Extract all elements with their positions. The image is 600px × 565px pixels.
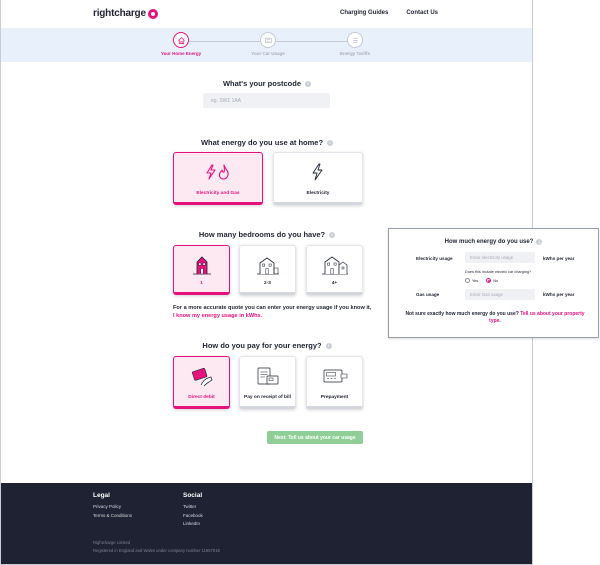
radio-no-label: No (493, 278, 499, 283)
option-direct-debit[interactable]: Direct debit (173, 356, 230, 409)
option-label: 2-3 (264, 281, 271, 286)
energy-usage-hint: For a more accurate quote you can enter … (173, 304, 373, 320)
usage-panel-title-text: How much energy do you use? (444, 239, 534, 245)
top-nav: Charging Guides Contact Us (340, 10, 438, 16)
option-bedrooms-1[interactable]: 1 (173, 245, 230, 295)
radio-no[interactable]: No (486, 278, 498, 283)
payment-question-text: How do you pay for your energy? (202, 341, 322, 350)
radio-yes[interactable]: Yes (465, 278, 478, 283)
gas-usage-label: Gas usage (416, 292, 440, 297)
logo-plug-icon (147, 8, 158, 19)
step-home-energy[interactable]: Your Home Energy (146, 32, 216, 56)
hint-text: For a more accurate quote you can enter … (173, 305, 372, 311)
footer-company: Rightcharge Limited (93, 540, 131, 545)
nav-contact-us[interactable]: Contact Us (406, 10, 438, 16)
footer-link-privacy[interactable]: Privacy Policy (93, 503, 132, 512)
known-usage-link[interactable]: I know my energy usage in kWhs. (173, 313, 262, 319)
step-car-usage[interactable]: Your Car Usage (233, 32, 303, 56)
footer-link-linkedin[interactable]: LinkedIn (183, 520, 203, 529)
progress-stepper: Your Home Energy Your Car Usage Energy T… (1, 28, 532, 62)
small-house-icon (190, 246, 214, 281)
logo-text: rightcharge (93, 8, 146, 19)
step-label: Your Car Usage (251, 51, 285, 56)
large-house-icon (321, 246, 349, 281)
next-car-usage-button[interactable]: Next: Tell us about your car usage (267, 431, 363, 444)
footer-link-twitter[interactable]: Twitter (183, 503, 203, 512)
prepayment-meter-icon (321, 357, 349, 395)
footer-registration: Registered in England and Wales under co… (93, 548, 220, 553)
list-icon (347, 32, 363, 48)
step-energy-tariffs[interactable]: Energy Tariffs (320, 32, 390, 56)
postcode-input[interactable] (203, 93, 330, 108)
car-usage-icon (260, 32, 276, 48)
gas-unit-label: kWhs per year (543, 292, 575, 297)
option-label: Pay on receipt of bill (244, 395, 291, 400)
step-label: Your Home Energy (160, 51, 202, 56)
option-label: 4+ (331, 281, 338, 286)
bedrooms-question: How many bedrooms do you have? i (167, 230, 367, 239)
footer-social-heading: Social (183, 492, 203, 499)
option-label: Electricity (306, 191, 330, 196)
info-icon[interactable]: i (325, 342, 332, 349)
option-label: Direct debit (188, 395, 215, 400)
option-pay-on-receipt[interactable]: Pay on receipt of bill (239, 356, 296, 409)
site-header: rightcharge Charging Guides Contact Us (1, 0, 532, 28)
energy-question-text: What energy do you use at home? (200, 138, 324, 147)
usage-panel-footer-text: Not sure exactly how much energy do you … (405, 311, 519, 317)
ev-charging-radio-group: Yes No (465, 278, 498, 283)
info-icon[interactable]: i (305, 80, 312, 87)
usage-panel-title: How much energy do you use? i (389, 239, 598, 245)
option-electricity-and-gas[interactable]: Electricity and Gas (173, 152, 263, 205)
electricity-usage-label: Electricity usage (416, 256, 453, 261)
usage-panel-footer: Not sure exactly how much energy do you … (400, 311, 590, 325)
option-label: Electricity and Gas (196, 191, 240, 196)
ev-charging-question: Does this include electric car charging? (465, 270, 532, 274)
footer-legal-heading: Legal (93, 492, 110, 499)
bedrooms-question-text: How many bedrooms do you have? (198, 230, 326, 239)
option-bedrooms-2-3[interactable]: 2-3 (239, 245, 296, 295)
footer-legal: Legal Privacy Policy Terms & Conditions (93, 492, 132, 520)
info-icon[interactable]: i (536, 239, 543, 245)
option-bedrooms-4-plus[interactable]: 4+ (306, 245, 363, 295)
nav-charging-guides[interactable]: Charging Guides (340, 10, 388, 16)
site-footer: Legal Privacy Policy Terms & Conditions … (1, 483, 532, 564)
footer-link-facebook[interactable]: Facebook (183, 512, 203, 521)
card-payment-icon (189, 357, 215, 395)
step-label: Energy Tariffs (340, 51, 370, 56)
postcode-question: What's your postcode i (167, 79, 367, 88)
bill-icon (255, 357, 281, 395)
rightcharge-logo[interactable]: rightcharge (93, 8, 158, 19)
home-icon (173, 32, 189, 48)
medium-house-icon (255, 246, 281, 281)
option-label: 1 (200, 281, 203, 286)
postcode-question-text: What's your postcode (222, 79, 302, 88)
electricity-unit-label: kWhs per year (543, 256, 575, 261)
footer-link-terms[interactable]: Terms & Conditions (93, 512, 132, 521)
electricity-usage-input[interactable] (465, 252, 535, 263)
lightning-icon (311, 153, 325, 191)
electricity-and-gas-icon (203, 153, 233, 191)
option-electricity[interactable]: Electricity (273, 152, 363, 205)
gas-usage-input[interactable] (465, 289, 535, 300)
info-icon[interactable]: i (327, 139, 334, 146)
footer-social: Social Twitter Facebook LinkedIn (183, 492, 203, 529)
radio-no-dot (486, 278, 492, 283)
option-prepayment[interactable]: Prepayment (306, 356, 363, 409)
payment-question: How do you pay for your energy? i (167, 341, 367, 350)
option-label: Prepayment (320, 395, 349, 400)
radio-yes-label: Yes (472, 278, 479, 283)
radio-yes-dot (465, 278, 470, 283)
info-icon[interactable]: i (329, 231, 336, 238)
energy-question: What energy do you use at home? i (167, 138, 367, 147)
